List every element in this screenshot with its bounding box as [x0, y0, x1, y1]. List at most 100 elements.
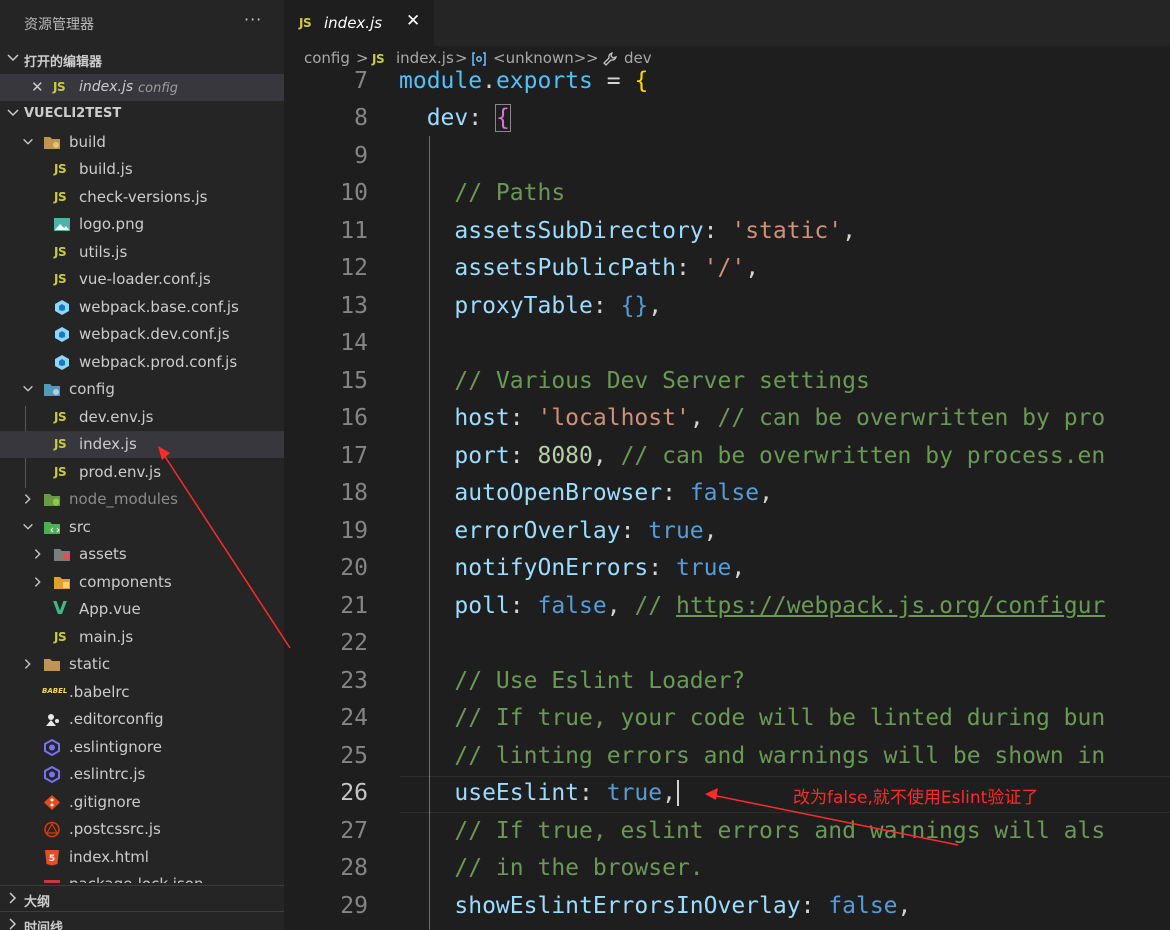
tree-file-check-versions[interactable]: JS check-versions.js — [0, 184, 284, 211]
npm-icon — [44, 880, 60, 883]
tree-item-label: webpack.prod.conf.js — [79, 353, 238, 371]
folder-assets-icon — [54, 549, 70, 561]
tree-file-babelrc[interactable]: BABEL .babelrc — [0, 679, 284, 706]
code-line: port: 8080, // can be overwritten by pro… — [454, 443, 1106, 469]
line-number: 7 — [354, 68, 368, 94]
line-number: 9 — [354, 143, 368, 169]
tree-item-label: App.vue — [79, 600, 141, 618]
tree-item-label: components — [79, 573, 172, 591]
code-line: module.exports = { — [399, 68, 649, 94]
tree-file-app-vue[interactable]: V App.vue — [0, 596, 284, 623]
line-number: 19 — [340, 518, 368, 544]
line-number: 13 — [340, 293, 368, 319]
open-editor-item[interactable]: ✕ JS index.js config — [0, 74, 284, 101]
chevron-right-icon — [34, 549, 41, 559]
more-actions-icon[interactable]: ··· — [244, 10, 262, 29]
eslint-icon — [44, 739, 60, 756]
tab-label: index.js — [324, 14, 383, 32]
chevron-down-icon — [23, 138, 33, 145]
chevron-down-icon — [23, 385, 33, 392]
tree-file-postcssrc[interactable]: .postcssrc.js — [0, 816, 284, 843]
timeline-label: 时间线 — [24, 921, 64, 930]
code-line: // in the browser. — [454, 855, 704, 881]
code-link[interactable]: https://webpack.js.org/configur — [676, 593, 1105, 619]
tree-file-gitignore[interactable]: .gitignore — [0, 789, 284, 816]
code-line: autoOpenBrowser: false, — [454, 480, 773, 506]
js-file-icon: JS — [54, 437, 67, 451]
vue-icon: V — [53, 598, 67, 619]
line-number: 8 — [354, 105, 368, 131]
tab-index-js[interactable]: JS index.js ✕ — [284, 0, 434, 46]
line-number: 14 — [340, 330, 368, 356]
code-line: host: 'localhost', // can be overwritten… — [454, 405, 1106, 431]
tree-item-label: prod.env.js — [79, 463, 162, 481]
tree-folder-components[interactable]: components — [0, 569, 284, 596]
open-editors-label: 打开的编辑器 — [24, 55, 103, 70]
code-line: // Use Eslint Loader? — [454, 668, 746, 694]
chevron-right-icon — [34, 577, 41, 587]
open-editor-name: index.js — [79, 79, 134, 95]
code-line: // Paths — [454, 180, 566, 206]
tree-file-editorconfig[interactable]: .editorconfig — [0, 706, 284, 733]
project-label: VUECLI2TEST — [24, 106, 122, 121]
tree-file-prod-env[interactable]: JS prod.env.js — [0, 459, 284, 486]
tree-file-eslintrc[interactable]: .eslintrc.js — [0, 761, 284, 788]
annotation-text: 改为false,就不使用Eslint验证了 — [793, 788, 1039, 808]
tree-item-label: .babelrc — [69, 683, 130, 701]
tree-file-main-js[interactable]: JS main.js — [0, 624, 284, 651]
close-icon[interactable]: ✕ — [31, 78, 44, 96]
line-number: 12 — [340, 255, 368, 281]
tree-folder-build[interactable]: build — [0, 129, 284, 156]
tree-item-label: webpack.base.conf.js — [79, 298, 239, 316]
git-icon — [44, 795, 60, 810]
js-file-icon: JS — [299, 16, 312, 30]
js-file-icon: JS — [54, 272, 67, 286]
tree-file-utils[interactable]: JS utils.js — [0, 239, 284, 266]
tree-folder-config[interactable]: config — [0, 376, 284, 403]
babel-icon: BABEL — [42, 687, 68, 695]
code-line: // Various Dev Server settings — [454, 368, 870, 394]
js-file-icon: JS — [53, 80, 66, 94]
code-line: assetsSubDirectory: 'static', — [454, 218, 856, 244]
tree-file-build-js[interactable]: JS build.js — [0, 156, 284, 183]
tree-item-label: .eslintignore — [69, 738, 162, 756]
tree-item-label: main.js — [79, 628, 134, 646]
outline-label: 大纲 — [24, 895, 51, 910]
folder-components-icon — [54, 577, 70, 589]
tree-item-label: index.js — [79, 435, 137, 453]
tree-folder-node-modules[interactable]: node_modules — [0, 486, 284, 513]
image-file-icon — [54, 218, 70, 231]
project-header[interactable]: VUECLI2TEST — [0, 101, 284, 128]
js-file-icon: JS — [54, 630, 67, 644]
tree-folder-static[interactable]: static — [0, 651, 284, 678]
tree-item-label: node_modules — [69, 490, 178, 508]
tree-item-label: dev.env.js — [79, 408, 154, 426]
tree-item-label: build.js — [79, 160, 133, 178]
timeline-header[interactable]: 时间线 — [0, 911, 284, 930]
tree-file-dev-env[interactable]: JS dev.env.js — [0, 404, 284, 431]
tree-folder-src[interactable]: src — [0, 514, 284, 541]
tree-file-eslintignore[interactable]: .eslintignore — [0, 734, 284, 761]
folder-src-icon — [44, 522, 60, 534]
tree-file-webpack-prod[interactable]: webpack.prod.conf.js — [0, 349, 284, 376]
tree-folder-assets[interactable]: assets — [0, 541, 284, 568]
tree-item-label: index.html — [69, 848, 149, 866]
tree-file-index-js[interactable]: JS index.js — [0, 431, 284, 458]
tree-file-webpack-dev[interactable]: webpack.dev.conf.js — [0, 321, 284, 348]
tree-item-label: .eslintrc.js — [69, 765, 146, 783]
tree-file-logo[interactable]: logo.png — [0, 211, 284, 238]
line-number: 17 — [340, 443, 368, 469]
tree-file-index-html[interactable]: 5 index.html — [0, 844, 284, 871]
tree-file-vue-loader[interactable]: JS vue-loader.conf.js — [0, 266, 284, 293]
tree-file-webpack-base[interactable]: webpack.base.conf.js — [0, 294, 284, 321]
outline-header[interactable]: 大纲 — [0, 885, 284, 912]
close-icon[interactable]: ✕ — [406, 11, 420, 31]
code-line: proxyTable: {}, — [454, 293, 663, 319]
tree-file-package-lock[interactable]: package-lock.json — [0, 871, 284, 883]
code-line: showEslintErrorsInOverlay: false, — [454, 893, 912, 919]
open-editors-header[interactable]: 打开的编辑器 — [0, 46, 284, 73]
code-line: notifyOnErrors: true, — [454, 555, 746, 581]
line-number: 22 — [340, 630, 368, 656]
line-number: 28 — [340, 855, 368, 881]
chevron-right-icon — [9, 892, 17, 904]
